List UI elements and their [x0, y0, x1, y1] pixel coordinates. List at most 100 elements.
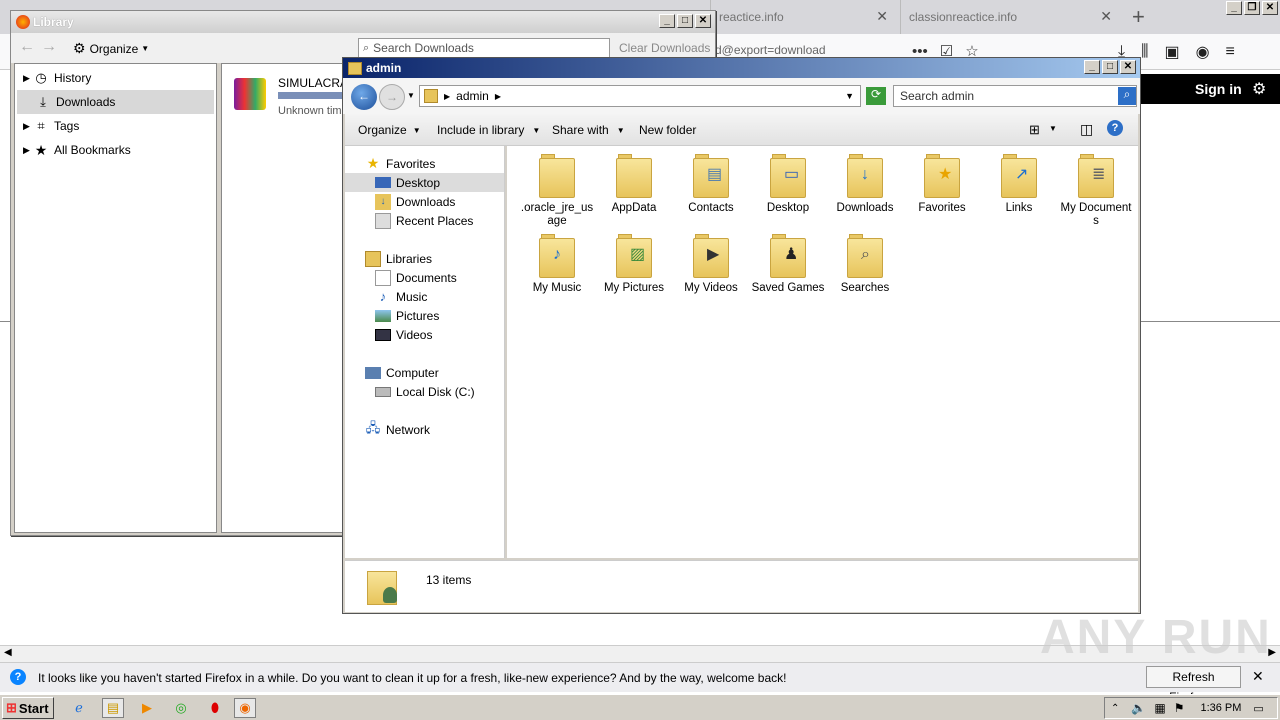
organize-button[interactable]: ⚙ Organize ▼: [73, 40, 149, 57]
folder-label: My Videos: [684, 282, 738, 294]
folder-item[interactable]: ▤ Contacts: [673, 154, 749, 228]
expand-icon[interactable]: ▶: [23, 145, 33, 156]
explorer-taskbar-icon[interactable]: ▤: [102, 698, 124, 718]
breadcrumb-arrow-icon[interactable]: ▶: [495, 92, 501, 101]
nav-pictures[interactable]: Pictures: [345, 306, 504, 325]
account-icon[interactable]: ◉: [1196, 42, 1210, 62]
search-admin-input[interactable]: Search admin ⌕: [893, 85, 1137, 107]
nav-downloads[interactable]: ↓ Downloads: [345, 192, 504, 211]
nav-music[interactable]: ♪ Music: [345, 287, 504, 306]
folder-item[interactable]: ▨ My Pictures: [596, 234, 672, 295]
breadcrumb[interactable]: admin: [456, 89, 489, 103]
close-button[interactable]: ✕: [695, 14, 711, 28]
tree-item-downloads[interactable]: ⤓ Downloads: [17, 90, 214, 114]
view-options-icon[interactable]: ⊞: [1029, 122, 1040, 138]
url-bar[interactable]: d@export=download: [715, 43, 826, 57]
restore-button[interactable]: ❐: [1244, 1, 1260, 15]
history-dropdown-icon[interactable]: ▼: [407, 91, 415, 100]
back-button[interactable]: ←: [351, 84, 377, 110]
nav-network[interactable]: 🖧 Network: [345, 420, 504, 439]
scroll-left-icon[interactable]: ◀: [4, 647, 12, 658]
address-bar[interactable]: ▶ admin ▶ ▼: [419, 85, 861, 107]
nav-libraries[interactable]: Libraries: [345, 249, 504, 268]
downloads-folder-icon: ↓: [847, 154, 883, 198]
system-tray: ⌃ 🔈 ▦ ⚑ 1:36 PM ▭: [1104, 697, 1278, 719]
organize-button[interactable]: Organize ▼: [358, 123, 421, 137]
expand-icon[interactable]: ▶: [23, 121, 33, 132]
folder-item[interactable]: .oracle_jre_usage: [519, 154, 595, 228]
close-tab-icon[interactable]: ✕: [1100, 8, 1112, 25]
tree-item-all-bookmarks[interactable]: ▶ ★ All Bookmarks: [15, 138, 216, 162]
maximize-button[interactable]: □: [677, 14, 693, 28]
help-icon[interactable]: ?: [1107, 120, 1123, 136]
view-dropdown-icon[interactable]: ▼: [1049, 124, 1057, 133]
folder-item[interactable]: AppData: [596, 154, 672, 228]
folder-item[interactable]: ★ Favorites: [904, 154, 980, 228]
maximize-button[interactable]: □: [1102, 60, 1118, 74]
folder-item[interactable]: ⌕ Searches: [827, 234, 903, 295]
forward-button[interactable]: →: [379, 84, 405, 110]
clear-downloads-button[interactable]: Clear Downloads: [619, 41, 710, 55]
volume-icon[interactable]: 🔈: [1131, 701, 1146, 715]
expand-icon[interactable]: ▶: [23, 73, 33, 84]
refresh-firefox-button[interactable]: Refresh Firefox…: [1146, 666, 1241, 704]
sidebar-icon[interactable]: ▣: [1164, 42, 1179, 62]
clock-icon: ◷: [35, 70, 47, 85]
browser-tab[interactable]: classionreactice.info ✕: [900, 0, 1124, 34]
folder-item[interactable]: ▭ Desktop: [750, 154, 826, 228]
folder-item[interactable]: ↗ Links: [981, 154, 1057, 228]
include-in-library-button[interactable]: Include in library ▼: [437, 123, 540, 137]
nav-computer[interactable]: Computer: [345, 363, 504, 382]
close-tab-icon[interactable]: ✕: [876, 8, 888, 25]
chrome-icon[interactable]: ◎: [170, 698, 192, 718]
minimize-button[interactable]: _: [659, 14, 675, 28]
sign-in-link[interactable]: Sign in: [1195, 81, 1242, 97]
folder-item[interactable]: ≣ My Documents: [1058, 154, 1134, 228]
nav-desktop[interactable]: Desktop: [345, 173, 504, 192]
folder-item[interactable]: ▶ My Videos: [673, 234, 749, 295]
nav-favorites[interactable]: ★ Favorites: [345, 154, 504, 173]
share-with-button[interactable]: Share with ▼: [552, 123, 625, 137]
new-tab-button[interactable]: +: [1132, 4, 1145, 30]
network-icon[interactable]: ▦: [1154, 701, 1165, 715]
close-notification-icon[interactable]: ✕: [1252, 668, 1264, 685]
minimize-button[interactable]: _: [1226, 1, 1242, 15]
back-icon[interactable]: ←: [19, 38, 35, 56]
folder-item[interactable]: ♟ Saved Games: [750, 234, 826, 295]
nav-local-disk[interactable]: Local Disk (C:): [345, 382, 504, 401]
close-button[interactable]: ✕: [1262, 1, 1278, 15]
library-icon[interactable]: ⫼: [1141, 43, 1148, 61]
clock[interactable]: 1:36 PM: [1200, 702, 1241, 714]
tray-arrow-icon[interactable]: ⌃: [1111, 703, 1119, 714]
tree-item-tags[interactable]: ▶ ⌗ Tags: [15, 114, 216, 138]
breadcrumb-arrow-icon[interactable]: ▶: [444, 92, 450, 101]
preview-pane-icon[interactable]: ◫: [1080, 121, 1093, 138]
menu-icon[interactable]: ≡: [1226, 43, 1235, 61]
nav-recent-places[interactable]: Recent Places: [345, 211, 504, 230]
folder-item[interactable]: ♪ My Music: [519, 234, 595, 295]
gear-icon[interactable]: ⚙: [1252, 79, 1266, 99]
search-icon: ⌕: [363, 41, 370, 54]
media-player-icon[interactable]: ▶: [136, 698, 158, 718]
start-button[interactable]: ⊞ Start: [2, 697, 54, 719]
new-folder-button[interactable]: New folder: [639, 123, 696, 137]
opera-icon[interactable]: ⬮: [204, 698, 226, 718]
nav-videos[interactable]: Videos: [345, 325, 504, 344]
forward-icon[interactable]: →: [41, 38, 57, 56]
close-button[interactable]: ✕: [1120, 60, 1136, 74]
flag-icon[interactable]: ⚑: [1174, 701, 1185, 715]
refresh-icon[interactable]: ⟳: [866, 87, 886, 105]
nav-documents[interactable]: Documents: [345, 268, 504, 287]
ie-icon[interactable]: ℯ: [68, 698, 90, 718]
show-desktop-icon[interactable]: ▭: [1253, 702, 1263, 715]
search-downloads-input[interactable]: ⌕ Search Downloads: [358, 38, 610, 58]
command-bar: Organize ▼ Include in library ▼ Share wi…: [345, 114, 1138, 146]
pictures-folder-icon: ▨: [616, 234, 652, 278]
tree-item-history[interactable]: ▶ ◷ History: [15, 66, 216, 90]
minimize-button[interactable]: _: [1084, 60, 1100, 74]
firefox-taskbar-icon[interactable]: ◉: [234, 698, 256, 718]
address-dropdown-icon[interactable]: ▼: [845, 91, 854, 101]
folder-item[interactable]: ↓ Downloads: [827, 154, 903, 228]
search-icon[interactable]: ⌕: [1118, 87, 1136, 105]
browser-tab[interactable]: reactice.info ✕: [710, 0, 900, 34]
